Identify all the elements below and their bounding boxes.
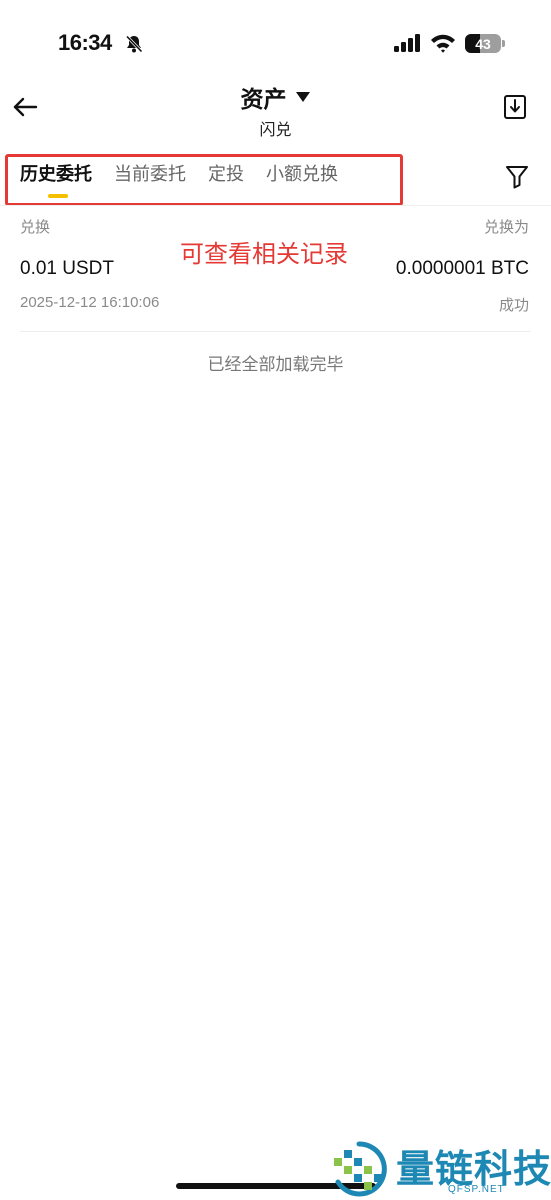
status-time: 16:34: [58, 30, 112, 55]
watermark: 量链科技 QFSP.NET: [330, 1138, 551, 1200]
download-icon[interactable]: [503, 94, 527, 120]
record-to-amount: 0.0000001 BTC: [395, 258, 529, 279]
battery-level: 43: [475, 35, 491, 52]
record-status: 成功: [498, 296, 529, 314]
battery-icon: 43: [465, 34, 501, 53]
status-bar: 16:34 43: [0, 0, 551, 80]
annotation-text: 可查看相关记录: [180, 240, 348, 268]
caret-down-icon: [295, 92, 310, 102]
annotation-highlight-box: [5, 154, 403, 206]
header-title-wrap[interactable]: 资产: [0, 80, 551, 114]
record-timestamp: 2025-12-12 16:10:06: [20, 294, 160, 311]
list-end-message: 已经全部加载完毕: [207, 355, 344, 375]
record-from-amount: 0.01 USDT: [20, 258, 114, 279]
record-divider: [20, 331, 531, 332]
filter-icon[interactable]: [505, 164, 529, 190]
signal-icon: [394, 34, 420, 52]
page-title: 资产: [240, 87, 287, 113]
page-subtitle: 闪兑: [259, 120, 292, 139]
asset-type-dropdown[interactable]: 资产: [241, 80, 311, 114]
tabs-divider: [0, 205, 551, 206]
to-column-label: 兑换为: [483, 218, 529, 236]
bell-slash-icon: [125, 35, 143, 53]
battery-tip: [502, 40, 505, 47]
page: 16:34 43 资产 闪兑 历史委托 当前委托 定投 小额兑换 兑换 兑换为 …: [0, 0, 551, 1200]
watermark-subtext: QFSP.NET: [448, 1184, 505, 1195]
from-column-label: 兑换: [20, 218, 51, 236]
watermark-logo: [334, 1141, 387, 1197]
wifi-icon: [431, 34, 455, 53]
